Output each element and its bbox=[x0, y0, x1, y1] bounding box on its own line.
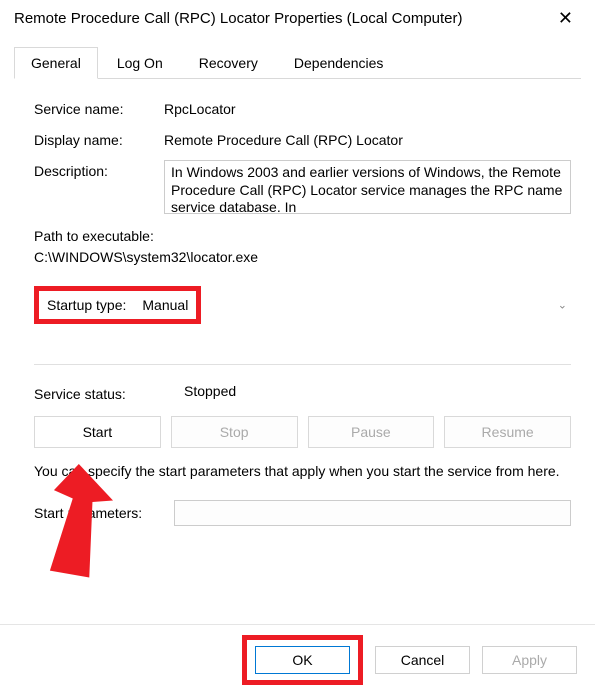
display-name-label: Display name: bbox=[34, 129, 164, 148]
description-box[interactable]: In Windows 2003 and earlier versions of … bbox=[164, 160, 571, 214]
startup-type-dropdown[interactable]: ⌄ bbox=[558, 299, 571, 312]
window-title: Remote Procedure Call (RPC) Locator Prop… bbox=[14, 10, 463, 27]
display-name-value: Remote Procedure Call (RPC) Locator bbox=[164, 129, 571, 148]
tab-recovery[interactable]: Recovery bbox=[182, 47, 275, 79]
service-name-label: Service name: bbox=[34, 98, 164, 117]
tab-dependencies[interactable]: Dependencies bbox=[277, 47, 401, 79]
cancel-button[interactable]: Cancel bbox=[375, 646, 470, 674]
stop-button: Stop bbox=[171, 416, 298, 448]
start-button[interactable]: Start bbox=[34, 416, 161, 448]
chevron-down-icon: ⌄ bbox=[558, 300, 567, 312]
service-status-value: Stopped bbox=[184, 383, 236, 402]
divider bbox=[34, 364, 571, 365]
description-label: Description: bbox=[34, 160, 164, 179]
startup-highlight: Startup type: Manual bbox=[34, 286, 201, 324]
pause-button: Pause bbox=[308, 416, 435, 448]
startup-type-value: Manual bbox=[134, 291, 196, 319]
start-parameters-input bbox=[174, 500, 571, 526]
general-panel: Service name: RpcLocator Display name: R… bbox=[0, 80, 595, 556]
ok-highlight: OK bbox=[242, 635, 363, 685]
start-parameters-label: Start parameters: bbox=[34, 505, 174, 521]
hint-text: You can specify the start parameters tha… bbox=[34, 462, 571, 482]
resume-button: Resume bbox=[444, 416, 571, 448]
service-status-label: Service status: bbox=[34, 383, 184, 402]
path-value: C:\WINDOWS\system32\locator.exe bbox=[34, 247, 571, 268]
tab-general[interactable]: General bbox=[14, 47, 98, 79]
tab-logon[interactable]: Log On bbox=[100, 47, 180, 79]
tab-strip: General Log On Recovery Dependencies bbox=[0, 37, 595, 79]
service-name-value: RpcLocator bbox=[164, 98, 571, 117]
ok-button[interactable]: OK bbox=[255, 646, 350, 674]
bottom-bar: OK Cancel Apply bbox=[0, 624, 595, 695]
path-label: Path to executable: bbox=[34, 226, 571, 247]
apply-button: Apply bbox=[482, 646, 577, 674]
startup-type-label: Startup type: bbox=[39, 291, 134, 319]
close-icon[interactable]: ✕ bbox=[550, 8, 581, 29]
